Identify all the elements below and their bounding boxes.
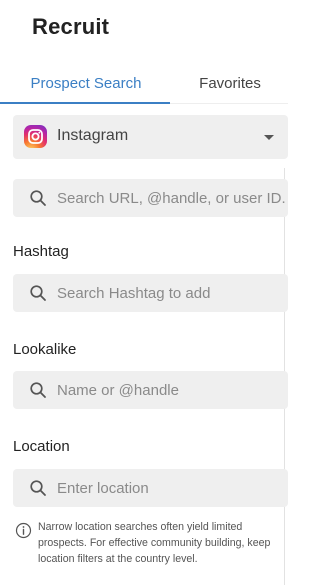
platform-select[interactable]: Instagram	[13, 115, 288, 159]
location-input[interactable]	[57, 469, 288, 507]
profile-search-field[interactable]	[13, 179, 288, 217]
hashtag-search-field[interactable]	[13, 274, 288, 312]
instagram-icon	[24, 125, 47, 148]
platform-select-value: Instagram	[57, 127, 129, 144]
tab-prospect-search[interactable]: Prospect Search	[0, 70, 172, 104]
lookalike-label: Lookalike	[13, 341, 77, 358]
tab-bar: Prospect Search Favorites	[0, 70, 288, 104]
page-title: Recruit	[32, 14, 110, 39]
lookalike-search-field[interactable]	[13, 371, 288, 409]
search-icon	[30, 382, 46, 398]
hashtag-label: Hashtag	[13, 243, 69, 260]
recruit-panel: { "header": { "title": "Recruit" }, "tab…	[0, 0, 288, 585]
profile-search-input[interactable]	[57, 179, 288, 217]
lookalike-search-input[interactable]	[57, 371, 288, 409]
location-search-field[interactable]	[13, 469, 288, 507]
search-icon	[30, 480, 46, 496]
location-label: Location	[13, 438, 70, 455]
chevron-down-icon[interactable]	[264, 135, 274, 140]
tab-favorites[interactable]: Favorites	[172, 70, 288, 104]
hashtag-search-input[interactable]	[57, 274, 288, 312]
search-icon	[30, 285, 46, 301]
location-hint-text: Narrow location searches often yield lim…	[38, 521, 271, 565]
active-tab-indicator	[0, 102, 170, 104]
info-icon	[15, 522, 32, 539]
search-icon	[30, 190, 46, 206]
